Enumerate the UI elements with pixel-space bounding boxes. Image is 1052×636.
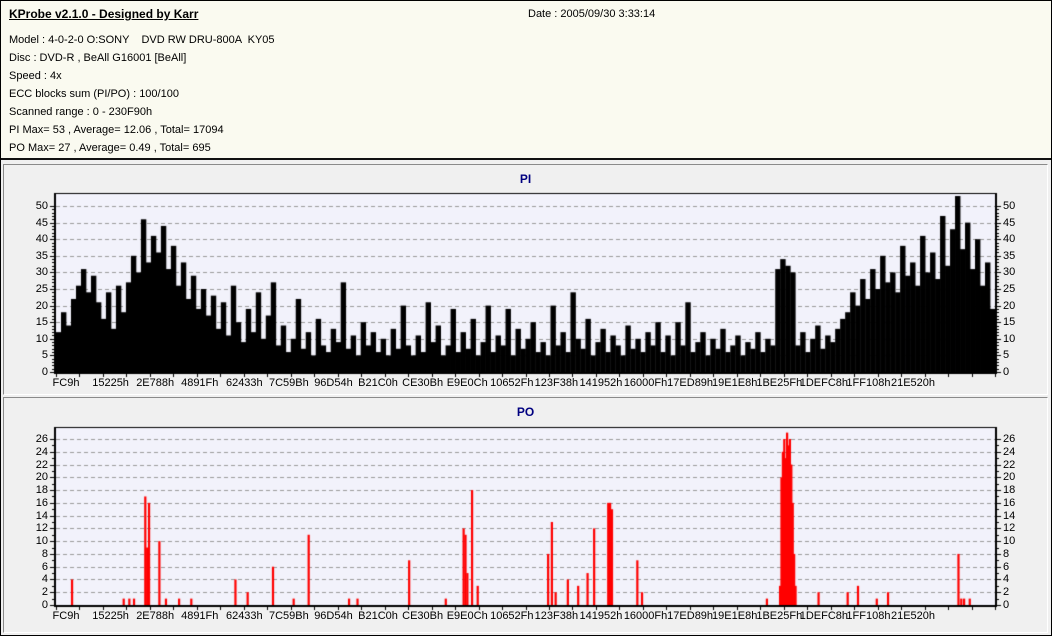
y-tick-label: 35 [1003, 250, 1016, 262]
y-tick-label: 6 [41, 561, 48, 573]
y-tick-label: 2 [1003, 586, 1010, 598]
y-tick-label: 6 [1003, 561, 1010, 573]
y-tick-label: 4 [41, 573, 48, 585]
y-tick-label: 22 [35, 459, 48, 471]
y-tick-label: 10 [1003, 535, 1016, 547]
pi-panel: PI 0 0 5 5 10 10 15 15 20 20 25 25 30 30 35 35 40 40 45 45 5… [3, 164, 1048, 395]
scan-info-box: KProbe v2.1.0 - Designed by Karr Date : … [1, 1, 1051, 160]
y-tick-label: 25 [35, 283, 48, 295]
y-tick-label: 20 [1003, 471, 1016, 483]
y-tick-label: 30 [35, 266, 48, 278]
kprobe-window: KProbe v2.1.0 - Designed by Karr Date : … [0, 0, 1052, 636]
y-tick-label: 18 [35, 484, 48, 496]
info-line-range: Scanned range : 0 - 230F90h [9, 106, 153, 118]
y-tick-label: 40 [1003, 233, 1016, 245]
y-tick-label: 5 [1003, 349, 1010, 361]
scan-date: Date : 2005/09/30 3:33:14 [528, 8, 656, 20]
y-tick-label: 35 [35, 250, 48, 262]
info-line-speed: Speed : 4x [9, 70, 62, 82]
y-tick-label: 2 [41, 586, 48, 598]
y-tick-label: 18 [1003, 484, 1016, 496]
y-tick-label: 0 [1003, 366, 1010, 378]
po-chart-title: PO [516, 405, 535, 419]
pi-chart-title: PI [519, 172, 532, 186]
y-tick-label: 8 [1003, 548, 1010, 560]
y-tick-label: 15 [35, 316, 48, 328]
y-tick-label: 0 [1003, 599, 1010, 611]
y-tick-label: 20 [35, 300, 48, 312]
y-tick-label: 16 [35, 497, 48, 509]
info-line-ecc: ECC blocks sum (PI/PO) : 100/100 [9, 88, 179, 100]
y-tick-label: 30 [1003, 266, 1016, 278]
info-line-po-stats: PO Max= 27 , Average= 0.49 , Total= 695 [9, 142, 211, 154]
y-tick-label: 20 [35, 471, 48, 483]
po-panel: PO 0 0 2 2 4 4 6 6 8 8 10 10 12 12 14 14 16 16 18 18 20 20 22 2… [3, 397, 1048, 633]
y-tick-label: 16 [1003, 497, 1016, 509]
info-line-disc: Disc : DVD-R , BeAll G16001 [BeAll] [9, 52, 187, 64]
x-tick-label: 21E520h [890, 610, 936, 622]
pi-plot-canvas [4, 165, 1047, 394]
y-tick-label: 12 [35, 522, 48, 534]
y-tick-label: 26 [35, 433, 48, 445]
y-tick-label: 5 [41, 349, 48, 361]
y-tick-label: 20 [1003, 300, 1016, 312]
y-tick-label: 40 [35, 233, 48, 245]
y-tick-label: 10 [1003, 333, 1016, 345]
y-tick-label: 14 [1003, 510, 1016, 522]
y-tick-label: 22 [1003, 459, 1016, 471]
info-line-pi-stats: PI Max= 53 , Average= 12.06 , Total= 170… [9, 124, 224, 136]
y-tick-label: 25 [1003, 283, 1016, 295]
y-tick-label: 50 [1003, 200, 1016, 212]
y-tick-label: 12 [1003, 522, 1016, 534]
y-tick-label: 10 [35, 333, 48, 345]
y-tick-label: 50 [35, 200, 48, 212]
y-tick-label: 24 [1003, 446, 1016, 458]
y-tick-label: 10 [35, 535, 48, 547]
y-tick-label: 45 [35, 217, 48, 229]
y-tick-label: 15 [1003, 316, 1016, 328]
y-tick-label: 24 [35, 446, 48, 458]
x-tick-label: 21E520h [890, 377, 936, 389]
y-tick-label: 26 [1003, 433, 1016, 445]
po-plot-canvas [4, 398, 1047, 632]
y-tick-label: 14 [35, 510, 48, 522]
y-tick-label: 45 [1003, 217, 1016, 229]
y-tick-label: 4 [1003, 573, 1010, 585]
info-line-model: Model : 4-0-2-0 O:SONY DVD RW DRU-800A K… [9, 34, 275, 46]
app-title-link[interactable]: KProbe v2.1.0 - Designed by Karr [9, 7, 198, 21]
y-tick-label: 8 [41, 548, 48, 560]
